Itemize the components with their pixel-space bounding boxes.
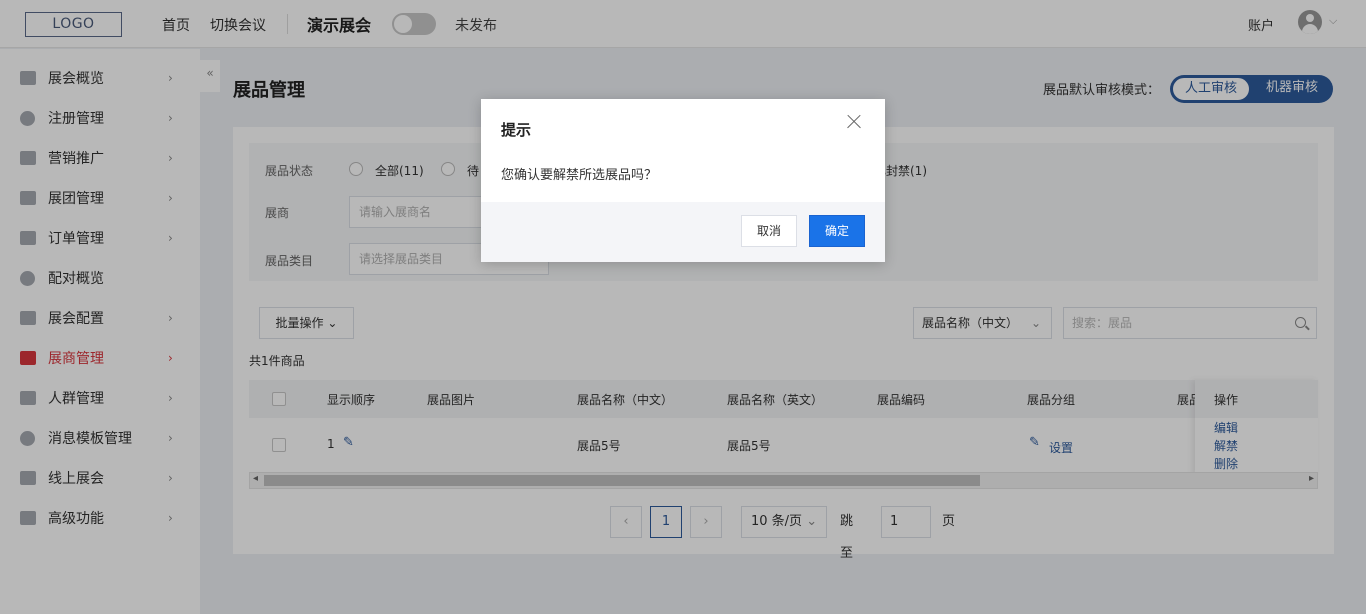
dialog-message: 您确认要解禁所选展品吗？	[501, 168, 658, 183]
cancel-button[interactable]: 取消	[741, 215, 797, 247]
modal-overlay[interactable]	[0, 0, 1366, 614]
confirm-button[interactable]: 确定	[809, 215, 865, 247]
confirm-dialog: 提示 您确认要解禁所选展品吗？ 取消 确定	[481, 99, 885, 262]
close-icon[interactable]	[845, 113, 863, 131]
dialog-footer: 取消 确定	[481, 202, 885, 262]
dialog-title: 提示	[501, 121, 532, 139]
